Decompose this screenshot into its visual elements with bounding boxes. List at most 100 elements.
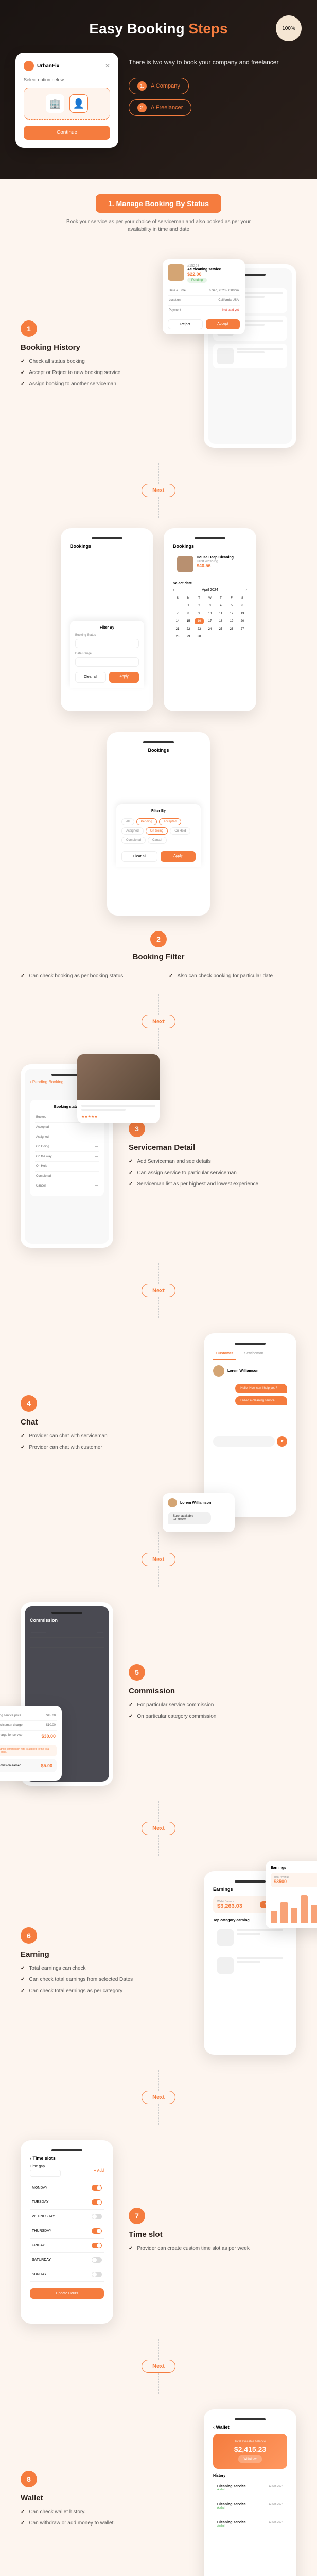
toggle[interactable] bbox=[92, 2199, 102, 2205]
screen-header: ‹ Wallet bbox=[213, 2425, 287, 2430]
gap-input[interactable] bbox=[30, 2170, 61, 2177]
screen-header: Commission bbox=[30, 1618, 104, 1623]
feature-num: 1 bbox=[21, 320, 37, 337]
toggle[interactable] bbox=[92, 2243, 102, 2248]
send-icon[interactable]: ➤ bbox=[277, 1436, 287, 1447]
status-row: Completed— bbox=[35, 1172, 99, 1181]
clear-button[interactable]: Clear all bbox=[121, 851, 157, 862]
filter-title: Filter By bbox=[75, 626, 139, 630]
reject-button[interactable]: Reject bbox=[168, 319, 203, 329]
check-icon: ✓ bbox=[129, 2245, 133, 2252]
next-button[interactable]: Next bbox=[142, 1015, 175, 1028]
transaction-item[interactable]: Cleaning service Added 12 Apr, 2024 bbox=[213, 2481, 287, 2496]
accept-button[interactable]: Accept bbox=[206, 319, 240, 329]
feature-4: 4 Chat ✓Provider can chat with servicema… bbox=[0, 1318, 317, 1532]
option-company-icon[interactable]: 🏢 bbox=[46, 94, 64, 113]
check-icon: ✓ bbox=[21, 2520, 25, 2527]
next-button[interactable]: Next bbox=[142, 1553, 175, 1566]
add-button[interactable]: + Add bbox=[94, 2169, 104, 2173]
booking-id: #15263 bbox=[187, 264, 221, 268]
date-input[interactable] bbox=[75, 657, 139, 667]
logo-name: UrbanFix bbox=[37, 63, 59, 69]
tab-customer[interactable]: Customer bbox=[213, 1349, 236, 1360]
booking-item[interactable] bbox=[213, 344, 287, 368]
feature-1: 1 Booking History ✓Check all status book… bbox=[0, 249, 317, 463]
check-text: Can check total earnings from selected D… bbox=[29, 1976, 133, 1984]
filter-pill[interactable]: On Going bbox=[146, 827, 168, 835]
toggle[interactable] bbox=[92, 2214, 102, 2219]
toggle[interactable] bbox=[92, 2257, 102, 2263]
item-sub: Dust washing bbox=[197, 560, 234, 563]
booking-price: $22.00 bbox=[187, 272, 221, 277]
phone-mockup: Bookings Filter By Booking Status Date R… bbox=[61, 528, 153, 711]
status-row: On the way— bbox=[35, 1152, 99, 1162]
check-icon: ✓ bbox=[21, 1965, 25, 1972]
filter-pill[interactable]: On Hold bbox=[170, 827, 190, 835]
filter-pill[interactable]: Cancel bbox=[148, 837, 167, 844]
check-icon: ✓ bbox=[129, 1181, 133, 1188]
next-month-icon[interactable]: › bbox=[246, 588, 247, 592]
next-button[interactable]: Next bbox=[142, 2360, 175, 2373]
check-text: Can check booking as per booking status bbox=[29, 973, 123, 980]
booking-item[interactable]: House Deep Cleaning Dust washing $40.56 bbox=[173, 552, 247, 577]
balance-value: $2,415.23 bbox=[219, 2445, 281, 2453]
next-button[interactable]: Next bbox=[142, 2091, 175, 2104]
continue-button[interactable]: Continue bbox=[24, 126, 110, 140]
apply-button[interactable]: Apply bbox=[109, 672, 139, 683]
check-text: Provider can chat with customer bbox=[29, 1444, 102, 1451]
chat-bubble: I need a cleaning service bbox=[235, 1396, 287, 1405]
transaction-item[interactable]: Cleaning service Added 12 Apr, 2024 bbox=[213, 2499, 287, 2514]
hero-section: 100% Easy Booking Steps UrbanFix ✕ Selec… bbox=[0, 0, 317, 179]
slot-row: WEDNESDAY bbox=[30, 2210, 104, 2224]
clear-button[interactable]: Clear all bbox=[75, 672, 106, 683]
feature-num: 2 bbox=[150, 931, 167, 947]
chat-name: Lorem Williamson bbox=[227, 1369, 258, 1373]
feature-3: ‹ Pending Booking Booking status Booked—… bbox=[0, 1049, 317, 1263]
selected-date[interactable]: 16 bbox=[195, 618, 204, 624]
feature-5: 5 Commission ✓For particular service com… bbox=[0, 1587, 317, 1801]
option-freelancer-icon[interactable]: 👤 bbox=[69, 94, 88, 113]
check-icon: ✓ bbox=[21, 369, 25, 377]
check-text: Provider can chat with serviceman bbox=[29, 1433, 107, 1440]
filter-pill[interactable]: Completed bbox=[121, 837, 146, 844]
company-button[interactable]: 1.A Company bbox=[129, 78, 189, 94]
hero-mock-card: UrbanFix ✕ Select option below 🏢 👤 Conti… bbox=[15, 53, 118, 148]
slot-row: TUESDAY bbox=[30, 2195, 104, 2210]
close-icon[interactable]: ✕ bbox=[105, 62, 110, 70]
next-button[interactable]: Next bbox=[142, 484, 175, 497]
earning-popup: Earnings Filter by Weekly Total revenue … bbox=[266, 1861, 317, 1928]
toggle[interactable] bbox=[92, 2272, 102, 2277]
slot-row: THURSDAY bbox=[30, 2224, 104, 2239]
toggle[interactable] bbox=[92, 2185, 102, 2191]
filter-pill[interactable]: All bbox=[121, 818, 134, 825]
status-row: Assigned— bbox=[35, 1132, 99, 1142]
toggle[interactable] bbox=[92, 2228, 102, 2234]
item-name: House Deep Cleaning bbox=[197, 556, 234, 560]
next-button[interactable]: Next bbox=[142, 1822, 175, 1835]
filter-pill[interactable]: Pending bbox=[136, 818, 157, 825]
field-label: Booking Status bbox=[75, 634, 139, 637]
status-pill: Pending bbox=[187, 278, 207, 283]
filter-pill[interactable]: Assigned bbox=[121, 827, 144, 835]
earning-chart bbox=[271, 1892, 317, 1923]
check-text: Add Serviceman and see details bbox=[137, 1158, 210, 1165]
tab-serviceman[interactable]: Serviceman bbox=[241, 1349, 267, 1360]
apply-button[interactable]: Apply bbox=[161, 851, 196, 862]
note-text: Note: Admin commission rate is applied t… bbox=[0, 1745, 57, 1756]
check-icon: ✓ bbox=[21, 1444, 25, 1451]
freelancer-button[interactable]: 2.A Freelancer bbox=[129, 99, 191, 116]
avatar bbox=[168, 1498, 177, 1507]
status-select[interactable] bbox=[75, 639, 139, 648]
feature-7: 7 Time slot ✓Provider can create custom … bbox=[0, 2125, 317, 2339]
phone-mockup: ‹ Wallet Total available balance $2,415.… bbox=[204, 2409, 296, 2576]
next-button[interactable]: Next bbox=[142, 1284, 175, 1297]
withdraw-button[interactable]: Withdraw bbox=[238, 2455, 261, 2463]
update-button[interactable]: Update Hours bbox=[30, 2288, 104, 2299]
check-text: For particular service commission bbox=[137, 1702, 214, 1709]
prev-month-icon[interactable]: ‹ bbox=[173, 588, 174, 592]
status-row: On Hold— bbox=[35, 1162, 99, 1172]
check-icon: ✓ bbox=[21, 973, 25, 980]
filter-pill[interactable]: Accepted bbox=[159, 818, 181, 825]
chat-input[interactable] bbox=[213, 1436, 275, 1447]
transaction-item[interactable]: Cleaning service Added 12 Apr, 2024 bbox=[213, 2517, 287, 2532]
